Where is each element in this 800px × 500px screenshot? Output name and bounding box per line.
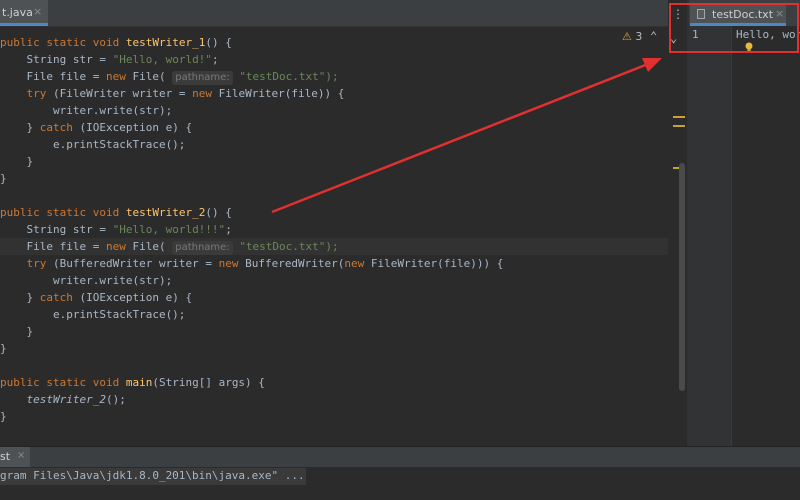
code-line-current: File file = new File( pathname: "testDoc… (0, 238, 668, 255)
error-stripe-mark[interactable] (673, 125, 685, 127)
code-line: } catch (IOException e) { (0, 291, 193, 304)
tab-run-label: st (0, 450, 11, 463)
line-number-gutter (689, 26, 732, 446)
code-line: public static void testWriter_1() { (0, 36, 232, 49)
scrollbar-thumb[interactable] (679, 163, 685, 391)
annotation-highlight-box (669, 3, 799, 53)
error-stripe-mark[interactable] (673, 116, 685, 118)
code-line: public static void main(String[] args) { (0, 376, 265, 389)
code-line: } (0, 325, 34, 338)
file-name-arg: "testDoc.txt"); (239, 240, 339, 253)
code-line: } (0, 155, 34, 168)
code-line: String str = "Hello, world!!!"; (0, 223, 232, 236)
run-panel-tabbar (0, 447, 800, 467)
code-line: String str = "Hello, world!"; (0, 53, 219, 66)
code-line: File file = new File( pathname: "testDoc… (0, 70, 339, 85)
code-line: e.printStackTrace(); (0, 138, 186, 151)
param-hint: pathname: (172, 71, 233, 85)
code-line: writer.write(str); (0, 274, 173, 287)
code-line: public static void testWriter_2() { (0, 206, 232, 219)
code-line: try (FileWriter writer = new FileWriter(… (26, 87, 345, 100)
tab-run-close-icon[interactable]: × (17, 450, 25, 461)
tab-java-file-label: t.java (2, 6, 33, 19)
code-line: } (0, 342, 7, 355)
file-name-arg: "testDoc.txt"); (239, 70, 339, 83)
console-command: gram Files\Java\jdk1.8.0_201\bin\java.ex… (0, 469, 305, 482)
code-line: testWriter_2(); (26, 393, 126, 406)
code-line: try (BufferedWriter writer = new Buffere… (26, 257, 504, 270)
code-line: e.printStackTrace(); (0, 308, 186, 321)
left-editor-tabbar (0, 0, 668, 27)
code-line: } catch (IOException e) { (0, 121, 193, 134)
code-line: } (0, 410, 7, 423)
param-hint: pathname: (172, 241, 233, 255)
code-line: writer.write(str); (0, 104, 173, 117)
tab-java-close-icon[interactable]: × (33, 5, 42, 18)
code-line: } (0, 172, 7, 185)
